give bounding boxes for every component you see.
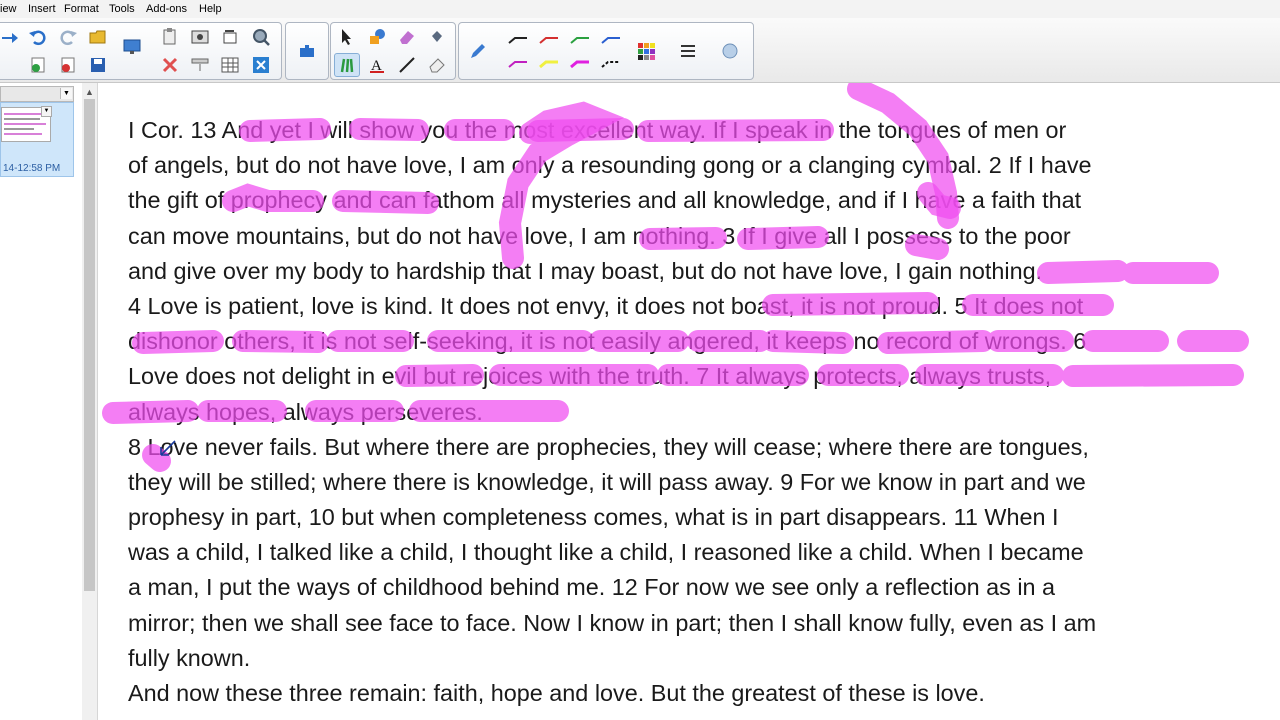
toolbar-group-main xyxy=(0,22,282,80)
menu-view[interactable]: iew xyxy=(0,3,17,15)
ink-stroke xyxy=(639,226,949,260)
rotate-icon[interactable] xyxy=(217,25,243,49)
magic-pen-icon[interactable] xyxy=(717,39,743,63)
thumbnail-menu-chevron-icon[interactable]: ▼ xyxy=(41,106,52,117)
thumbnail-timestamp: 14-12:58 PM xyxy=(3,163,61,174)
line-style-icon[interactable] xyxy=(505,29,635,77)
add-page-icon[interactable] xyxy=(25,53,51,77)
scroll-up-arrow-icon[interactable]: ▲ xyxy=(85,87,94,97)
ink-stroke xyxy=(762,292,1114,316)
undo-icon[interactable] xyxy=(25,25,51,49)
ink-stroke xyxy=(395,364,1244,387)
ink-stroke xyxy=(498,101,625,269)
ink-stroke xyxy=(132,330,1249,354)
page-sorter-sidebar: ▼ ▼ 14-12:58 PM xyxy=(0,83,83,720)
highlighter-ink xyxy=(102,83,1249,472)
screen-shade-icon[interactable] xyxy=(187,53,213,77)
display-icon[interactable] xyxy=(119,35,145,59)
ink-stroke xyxy=(1037,260,1219,284)
properties-icon[interactable] xyxy=(675,39,701,63)
menu-insert[interactable]: Insert xyxy=(28,3,56,15)
shapes-icon[interactable] xyxy=(364,25,390,49)
close-box-icon[interactable] xyxy=(248,53,274,77)
eraser-tool-icon[interactable] xyxy=(424,53,450,77)
toolbar: A xyxy=(0,18,1280,83)
menu-tools[interactable]: Tools xyxy=(109,3,135,15)
color-palette-icon[interactable] xyxy=(633,39,659,63)
toolbar-group-addons xyxy=(285,22,329,80)
table-icon[interactable] xyxy=(217,53,243,77)
line-icon[interactable] xyxy=(394,53,420,77)
toolbar-group-tools: A xyxy=(330,22,456,80)
arrow-icon[interactable] xyxy=(0,25,23,49)
ink-stroke xyxy=(102,400,569,424)
chevron-down-icon[interactable]: ▼ xyxy=(60,88,72,99)
add-ons-puzzle-icon[interactable] xyxy=(294,39,320,63)
paste-icon[interactable] xyxy=(157,25,183,49)
fill-icon[interactable] xyxy=(424,25,450,49)
pens-icon[interactable] xyxy=(334,53,360,77)
page-thumbnail[interactable]: ▼ 14-12:58 PM xyxy=(0,102,74,177)
save-icon[interactable] xyxy=(85,53,111,77)
select-icon[interactable] xyxy=(334,25,360,49)
menu-format[interactable]: Format xyxy=(64,3,99,15)
menu-bar: iew Insert Format Tools Add-ons Help xyxy=(0,0,1280,18)
eraser-icon[interactable] xyxy=(394,25,420,49)
menu-add-ons[interactable]: Add-ons xyxy=(146,3,187,15)
cursor-arrow-icon xyxy=(160,440,176,456)
screen-capture-icon[interactable] xyxy=(187,25,213,49)
scrollbar-thumb[interactable] xyxy=(84,99,95,591)
ink-stroke xyxy=(142,444,171,472)
menu-help[interactable]: Help xyxy=(199,3,222,15)
text-icon[interactable]: A xyxy=(364,53,390,77)
gear-search-icon[interactable] xyxy=(248,25,274,49)
sidebar-header: ▼ xyxy=(0,86,74,102)
whiteboard-canvas[interactable]: I Cor. 13 And yet I will show you the mo… xyxy=(98,83,1280,720)
delete-page-icon[interactable] xyxy=(55,53,81,77)
redo-icon[interactable] xyxy=(55,25,81,49)
open-folder-icon[interactable] xyxy=(85,25,111,49)
pen-icon[interactable] xyxy=(465,39,491,63)
ink-stroke xyxy=(222,183,439,214)
delete-icon[interactable] xyxy=(157,53,183,77)
vertical-scrollbar[interactable]: ▲ xyxy=(82,83,98,720)
toolbar-group-pen-properties xyxy=(458,22,754,80)
